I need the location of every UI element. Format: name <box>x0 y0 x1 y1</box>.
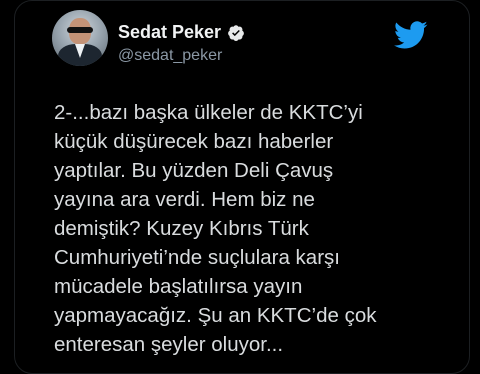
author-name-row[interactable]: Sedat Peker <box>118 22 245 43</box>
twitter-bird-icon <box>392 18 430 52</box>
tweet-text: 2-...bazı başka ülkeler de KKTC’yi küçük… <box>54 98 464 359</box>
author-handle[interactable]: @sedat_peker <box>118 47 222 65</box>
tweet-line: Cumhuriyeti’nde suçlulara karşı <box>54 246 340 269</box>
tweet-line: mücadele başlatılırsa yayın <box>54 275 303 298</box>
avatar[interactable] <box>52 10 108 66</box>
verified-badge-icon <box>227 24 245 42</box>
tweet-line: enteresan şeyler oluyor... <box>54 333 284 356</box>
tweet-line: yayına ara verdi. Hem biz ne <box>54 188 315 211</box>
tweet-line: yapmayacağız. Şu an KKTC’de çok <box>54 304 377 327</box>
tweet-line: yaptılar. Bu yüzden Deli Çavuş <box>54 159 334 182</box>
tweet-line: 2-...bazı başka ülkeler de KKTC’yi <box>54 101 363 124</box>
tweet-line: demiştik? Kuzey Kıbrıs Türk <box>54 217 309 240</box>
avatar-sunglasses <box>67 27 93 33</box>
author-display-name[interactable]: Sedat Peker <box>118 22 221 43</box>
tweet-line: küçük düşürecek bazı haberler <box>54 130 334 153</box>
